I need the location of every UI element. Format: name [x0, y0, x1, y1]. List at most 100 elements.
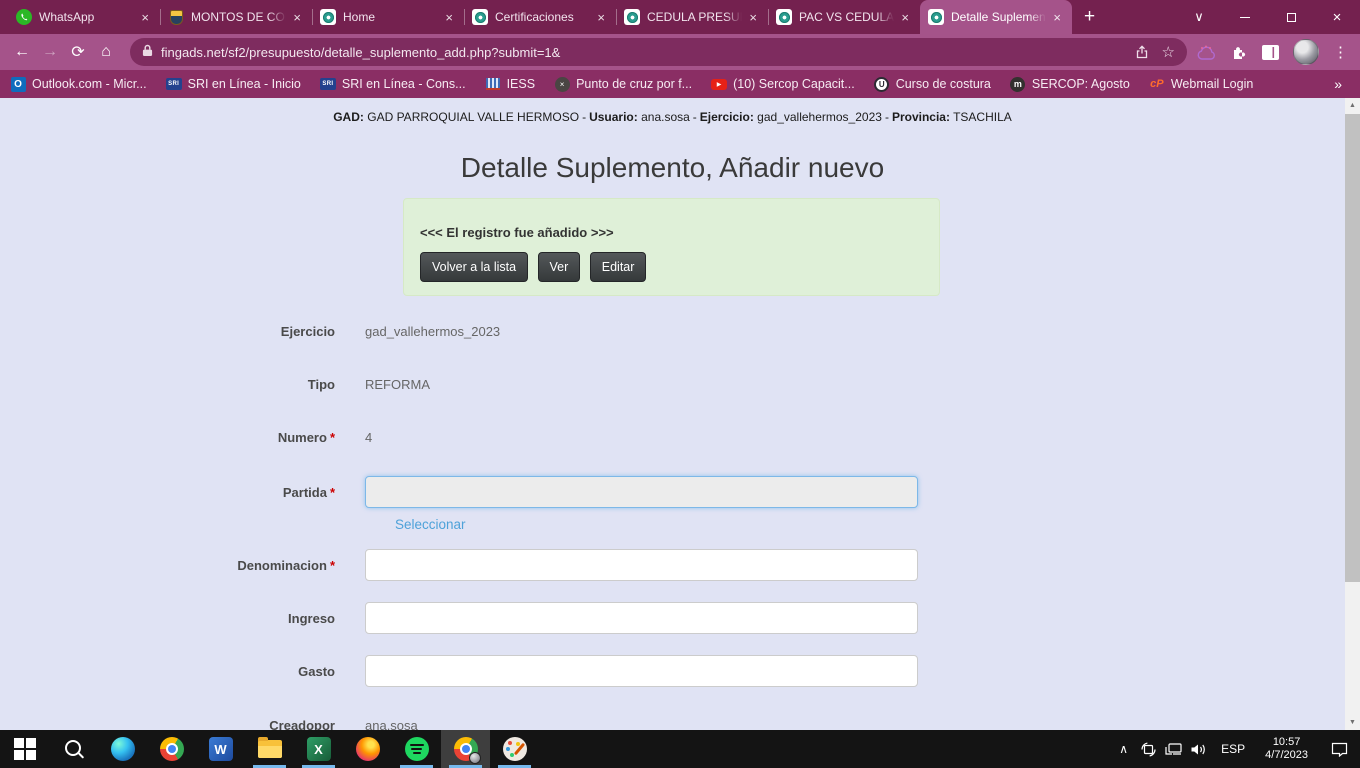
page-scrollbar[interactable]: ▲ ▼	[1345, 98, 1360, 730]
taskbar-word[interactable]: W	[196, 730, 245, 768]
tab-close-icon[interactable]: ×	[898, 10, 912, 25]
creadopor-value: ana.sosa	[365, 718, 418, 730]
fingads-icon	[472, 9, 488, 25]
required-asterisk: *	[330, 485, 335, 500]
form-row-ingreso: Ingreso	[0, 602, 960, 634]
scroll-up-arrow[interactable]: ▲	[1345, 98, 1360, 113]
tab-montos[interactable]: MONTOS DE CON ×	[160, 0, 312, 34]
tab-label: MONTOS DE CON	[191, 10, 286, 24]
bookmark-sri-inicio[interactable]: SRISRI en Línea - Inicio	[166, 76, 301, 92]
bookmark-sri-consultas[interactable]: SRISRI en Línea - Cons...	[320, 76, 466, 92]
fingads-icon	[928, 9, 944, 25]
partida-label: Partida*	[0, 485, 365, 500]
bookmark-curso-costura[interactable]: UCurso de costura	[874, 76, 991, 92]
bookmark-iess[interactable]: IESS	[485, 76, 536, 92]
numero-label: Numero*	[0, 430, 365, 445]
scroll-down-arrow[interactable]: ▼	[1345, 715, 1360, 730]
browser-toolbar: ← → ⟳ ⌂ fingads.net/sf2/presupuesto/deta…	[0, 34, 1360, 70]
view-button[interactable]: Ver	[538, 252, 581, 282]
windows-logo-icon	[14, 738, 36, 760]
taskbar-excel[interactable]: X	[294, 730, 343, 768]
tab-certificaciones[interactable]: Certificaciones ×	[464, 0, 616, 34]
tray-date: 4/7/2023	[1265, 749, 1308, 762]
start-button[interactable]	[0, 730, 49, 768]
tab-close-icon[interactable]: ×	[442, 10, 456, 25]
gasto-input[interactable]	[365, 655, 918, 687]
profile-avatar[interactable]	[1293, 39, 1319, 65]
new-tab-button[interactable]: +	[1072, 0, 1107, 34]
tab-label: CEDULA PRESUPU	[647, 10, 742, 24]
form-row-denominacion: Denominacion*	[0, 549, 960, 581]
taskbar-edge[interactable]	[98, 730, 147, 768]
seleccionar-link[interactable]: Seleccionar	[395, 517, 466, 532]
volume-icon[interactable]	[1186, 742, 1211, 757]
denominacion-input[interactable]	[365, 549, 918, 581]
action-center-icon[interactable]	[1318, 741, 1360, 757]
tab-cedula[interactable]: CEDULA PRESUPU ×	[616, 0, 768, 34]
form-row-tipo: Tipo REFORMA	[0, 377, 960, 392]
side-panel-icon[interactable]	[1262, 45, 1279, 60]
ingreso-input[interactable]	[365, 602, 918, 634]
tray-chevron-up-icon[interactable]: ∧	[1111, 742, 1136, 756]
tray-time: 10:57	[1265, 736, 1308, 749]
bookmarks-overflow-chevron[interactable]: »	[1334, 76, 1350, 92]
edge-icon	[111, 737, 135, 761]
success-alert: <<< El registro fue añadido >>> Volver a…	[403, 198, 940, 296]
whatsapp-icon	[16, 9, 32, 25]
tab-detalle-suplemento-active[interactable]: Detalle Suplemen ×	[920, 0, 1072, 34]
tablet-mode-icon[interactable]	[1136, 741, 1161, 758]
taskbar-chrome[interactable]	[147, 730, 196, 768]
close-window-button[interactable]: ×	[1314, 0, 1360, 34]
taskbar-chrome-profile-active[interactable]	[441, 730, 490, 768]
browser-menu-icon[interactable]: ⋮	[1333, 43, 1348, 61]
restore-button[interactable]	[1268, 0, 1314, 34]
scrollbar-thumb[interactable]	[1345, 114, 1360, 582]
tab-close-icon[interactable]: ×	[1050, 10, 1064, 25]
fingads-icon	[776, 9, 792, 25]
clock[interactable]: 10:57 4/7/2023	[1255, 736, 1318, 762]
back-button[interactable]: ←	[8, 38, 36, 66]
weather-extension-icon[interactable]	[1197, 45, 1217, 60]
windows-taskbar: W X ∧ ESP 10:57 4/7/2023	[0, 730, 1360, 768]
edit-button[interactable]: Editar	[590, 252, 647, 282]
bookmark-webmail[interactable]: cPWebmail Login	[1149, 76, 1253, 92]
extensions-puzzle-icon[interactable]	[1231, 44, 1248, 61]
back-to-list-button[interactable]: Volver a la lista	[420, 252, 528, 282]
partida-input[interactable]	[365, 476, 918, 508]
restore-icon	[1287, 13, 1296, 22]
bookmarks-bar: OOutlook.com - Micr... SRISRI en Línea -…	[0, 70, 1360, 98]
bookmark-sercop-agosto[interactable]: mSERCOP: Agosto	[1010, 76, 1130, 92]
tab-close-icon[interactable]: ×	[290, 10, 304, 25]
tab-close-icon[interactable]: ×	[746, 10, 760, 25]
taskbar-firefox[interactable]	[343, 730, 392, 768]
share-icon[interactable]	[1134, 44, 1150, 60]
bookmark-sercop-youtube[interactable]: ▶(10) Sercop Capacit...	[711, 76, 855, 92]
taskbar-search-button[interactable]	[49, 730, 98, 768]
language-indicator[interactable]: ESP	[1211, 742, 1255, 756]
home-button[interactable]: ⌂	[92, 38, 120, 66]
tab-whatsapp[interactable]: WhatsApp ×	[8, 0, 160, 34]
address-bar[interactable]: fingads.net/sf2/presupuesto/detalle_supl…	[130, 38, 1187, 66]
tab-close-icon[interactable]: ×	[594, 10, 608, 25]
taskbar-spotify[interactable]	[392, 730, 441, 768]
tab-home[interactable]: Home ×	[312, 0, 464, 34]
minimize-button[interactable]	[1222, 0, 1268, 34]
url-text: fingads.net/sf2/presupuesto/detalle_supl…	[161, 45, 1122, 60]
network-icon[interactable]	[1161, 742, 1186, 757]
bookmark-outlook[interactable]: OOutlook.com - Micr...	[10, 76, 147, 92]
forward-button[interactable]: →	[36, 38, 64, 66]
word-icon: W	[209, 737, 233, 761]
reload-button[interactable]: ⟳	[64, 38, 92, 66]
tab-pac-vs-cedula[interactable]: PAC VS CEDULA ×	[768, 0, 920, 34]
bookmark-punto-de-cruz[interactable]: ×Punto de cruz por f...	[554, 76, 692, 92]
spotify-icon	[405, 737, 429, 761]
taskbar-paint[interactable]	[490, 730, 539, 768]
search-icon	[64, 739, 84, 759]
bookmark-star-icon[interactable]: ☆	[1162, 43, 1175, 61]
tab-close-icon[interactable]: ×	[138, 10, 152, 25]
tipo-label: Tipo	[0, 377, 365, 392]
tab-search-chevron[interactable]: ∨	[1176, 0, 1222, 34]
cpanel-icon: cP	[1149, 76, 1165, 92]
taskbar-file-explorer[interactable]	[245, 730, 294, 768]
sri-icon: SRI	[320, 76, 336, 92]
